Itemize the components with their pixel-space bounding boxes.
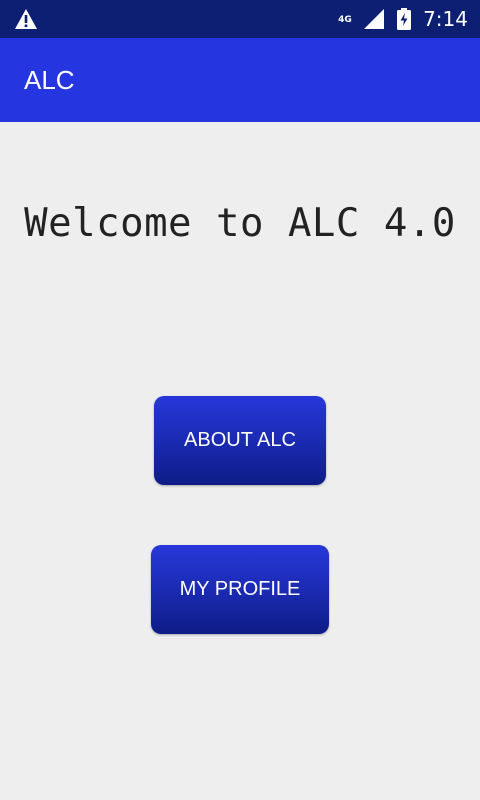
app-title: ALC bbox=[24, 65, 75, 95]
clock: 7:14 bbox=[423, 7, 468, 31]
about-alc-button[interactable]: ABOUT ALC bbox=[154, 396, 326, 485]
status-bar: 4G 7:14 bbox=[0, 0, 480, 38]
my-profile-button[interactable]: MY PROFILE bbox=[151, 545, 329, 634]
status-icons: 4G 7:14 bbox=[338, 0, 468, 38]
warning-icon bbox=[14, 8, 38, 30]
battery-charging-icon bbox=[397, 8, 412, 30]
signal-icon: 4G bbox=[338, 8, 385, 30]
network-type-label: 4G bbox=[338, 15, 352, 25]
app-bar: ALC bbox=[0, 38, 480, 122]
welcome-heading: Welcome to ALC 4.0 bbox=[24, 201, 456, 246]
